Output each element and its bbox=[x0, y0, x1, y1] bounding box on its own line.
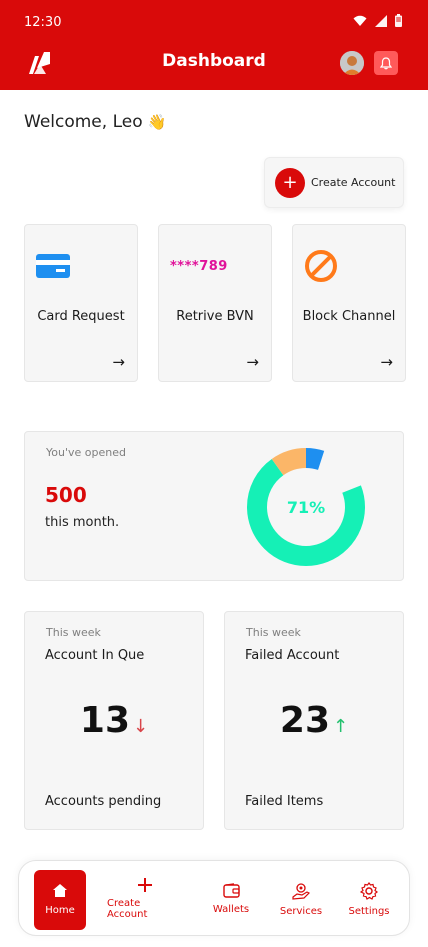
wave-emoji: 👋 bbox=[147, 113, 167, 131]
accounts-donut-chart: 71% bbox=[247, 448, 365, 566]
retrive-bvn-card[interactable]: ****789 Retrive BVN → bbox=[158, 224, 272, 382]
card-request-card[interactable]: Card Request → bbox=[24, 224, 138, 382]
plus-icon bbox=[138, 878, 152, 892]
retrive-bvn-label: Retrive BVN bbox=[176, 309, 254, 324]
arrow-right-icon: → bbox=[380, 353, 393, 371]
arrow-right-icon: → bbox=[246, 353, 259, 371]
opened-count: 500 bbox=[45, 483, 87, 507]
account-in-que-value: 13 ↓ bbox=[25, 700, 203, 741]
account-in-que-number: 13 bbox=[79, 700, 130, 741]
accounts-opened-card: You've opened 500 this month. 71% bbox=[24, 431, 404, 581]
create-account-button[interactable]: + Create Account bbox=[264, 157, 404, 208]
block-channel-card[interactable]: Block Channel → bbox=[292, 224, 406, 382]
failed-items-label: Failed Items bbox=[245, 794, 324, 809]
opened-period: this month. bbox=[45, 515, 120, 530]
nav-item-wallets[interactable]: Wallets bbox=[203, 861, 259, 937]
arrow-up-icon: ↑ bbox=[333, 716, 349, 737]
welcome-text: Welcome, Leo bbox=[24, 112, 143, 132]
arrow-right-icon: → bbox=[112, 353, 125, 371]
account-in-que-title: Account In Que bbox=[45, 648, 145, 663]
nav-item-home[interactable]: Home bbox=[34, 870, 86, 930]
accounts-pending-label: Accounts pending bbox=[45, 794, 162, 809]
week-caption: This week bbox=[46, 626, 101, 639]
nav-label-services: Services bbox=[279, 905, 323, 917]
nav-label-wallets: Wallets bbox=[212, 904, 250, 915]
notification-button[interactable] bbox=[374, 51, 398, 75]
wifi-icon bbox=[353, 15, 367, 26]
bell-icon bbox=[380, 56, 392, 69]
nav-label-home: Home bbox=[45, 905, 75, 916]
nav-item-create-account[interactable]: Create Account bbox=[107, 861, 183, 937]
block-channel-label: Block Channel bbox=[302, 309, 396, 324]
failed-account-card: This week Failed Account 23 ↑ Failed Item… bbox=[224, 611, 404, 830]
status-icons bbox=[353, 14, 402, 27]
settings-icon bbox=[360, 881, 378, 900]
bottom-navigation: Home Create Account Wallets Services Set… bbox=[18, 860, 410, 936]
credit-card-icon bbox=[36, 254, 70, 278]
plus-icon: + bbox=[275, 167, 305, 198]
create-account-label: Create Account bbox=[311, 176, 396, 189]
donut-center-label: 71% bbox=[287, 498, 325, 517]
services-icon bbox=[292, 882, 310, 900]
app-header: 12:30 Dashboard bbox=[0, 0, 428, 90]
failed-account-value: 23 ↑ bbox=[225, 700, 403, 741]
battery-icon bbox=[395, 14, 402, 27]
card-request-label: Card Request bbox=[37, 309, 125, 324]
nav-item-settings[interactable]: Settings bbox=[341, 861, 397, 937]
wallet-icon bbox=[222, 883, 240, 898]
home-icon bbox=[53, 884, 67, 897]
account-in-que-card: This week Account In Que 13 ↓ Accounts pe… bbox=[24, 611, 204, 830]
arrow-down-icon: ↓ bbox=[133, 716, 149, 737]
nav-item-services[interactable]: Services bbox=[271, 861, 331, 937]
failed-account-number: 23 bbox=[279, 700, 330, 741]
nav-label-settings: Settings bbox=[348, 905, 390, 917]
welcome-greeting: Welcome, Leo 👋 bbox=[24, 112, 166, 132]
status-time: 12:30 bbox=[24, 15, 62, 30]
masked-bvn-text: ****789 bbox=[170, 258, 228, 274]
week-caption: This week bbox=[246, 626, 301, 639]
failed-account-title: Failed Account bbox=[245, 648, 340, 663]
nav-label-create-account: Create Account bbox=[107, 898, 148, 920]
signal-icon bbox=[375, 14, 387, 27]
block-icon bbox=[305, 250, 337, 282]
user-avatar[interactable] bbox=[340, 51, 364, 75]
opened-caption: You've opened bbox=[46, 446, 126, 459]
